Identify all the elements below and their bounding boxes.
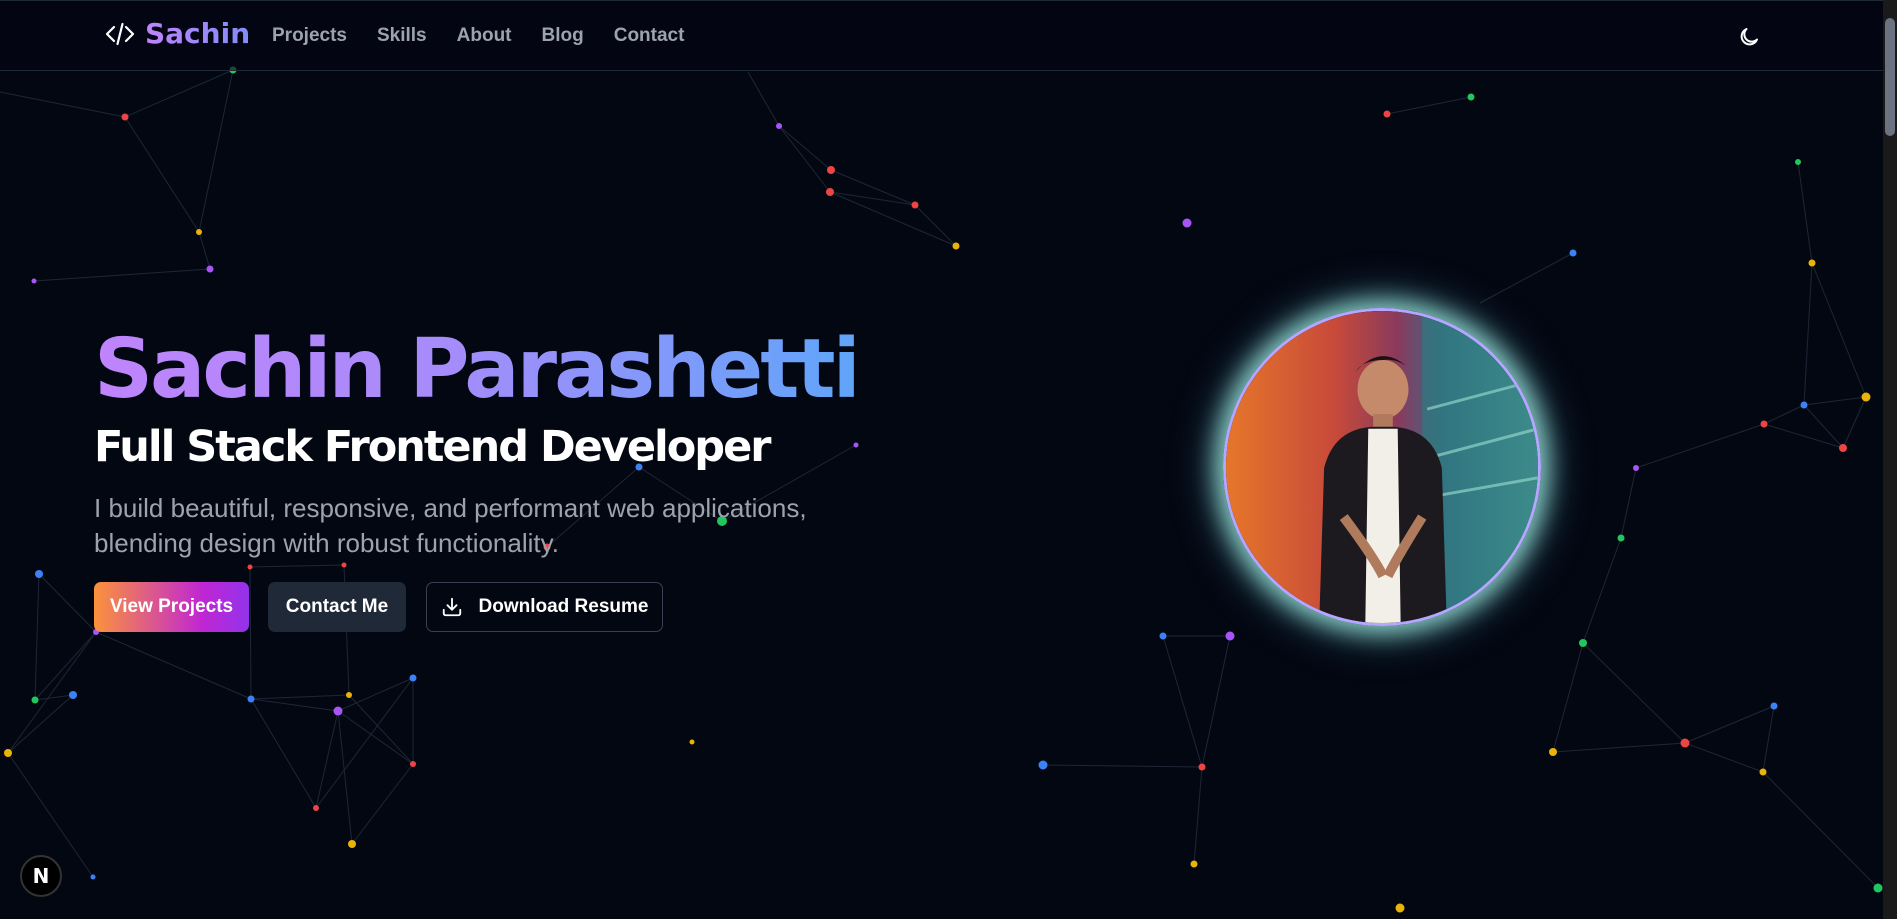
hero-role: Full Stack Frontend Developer bbox=[94, 422, 771, 472]
nav-links: Projects Skills About Blog Contact bbox=[272, 25, 714, 47]
profile-photo bbox=[1223, 308, 1541, 626]
brand-name: Sachin bbox=[145, 17, 251, 50]
brand-logo[interactable]: Sachin bbox=[105, 17, 250, 50]
view-projects-button[interactable]: View Projects bbox=[94, 582, 249, 632]
nav-link-projects[interactable]: Projects bbox=[272, 25, 347, 47]
nav-link-blog[interactable]: Blog bbox=[542, 25, 584, 47]
scrollbar-thumb[interactable] bbox=[1885, 18, 1895, 136]
top-navbar: Sachin Projects Skills About Blog Contac… bbox=[0, 0, 1897, 71]
moon-icon[interactable] bbox=[1737, 25, 1761, 49]
scrollbar-track[interactable] bbox=[1883, 0, 1897, 919]
hero-description: I build beautiful, responsive, and perfo… bbox=[94, 493, 807, 558]
hero-name: Sachin Parashetti bbox=[94, 322, 861, 417]
contact-me-button[interactable]: Contact Me bbox=[268, 582, 406, 632]
code-icon bbox=[105, 22, 135, 45]
download-resume-label: Download Resume bbox=[478, 596, 649, 617]
next-badge-label: N bbox=[32, 864, 50, 888]
nav-link-contact[interactable]: Contact bbox=[614, 25, 685, 47]
download-icon bbox=[442, 597, 461, 617]
view-projects-label: View Projects bbox=[109, 596, 234, 617]
contact-me-label: Contact Me bbox=[285, 596, 389, 617]
nav-link-about[interactable]: About bbox=[457, 25, 512, 47]
nextjs-icon[interactable]: N bbox=[20, 855, 62, 897]
download-resume-button[interactable]: Download Resume bbox=[426, 582, 663, 632]
nav-link-skills[interactable]: Skills bbox=[377, 25, 427, 47]
